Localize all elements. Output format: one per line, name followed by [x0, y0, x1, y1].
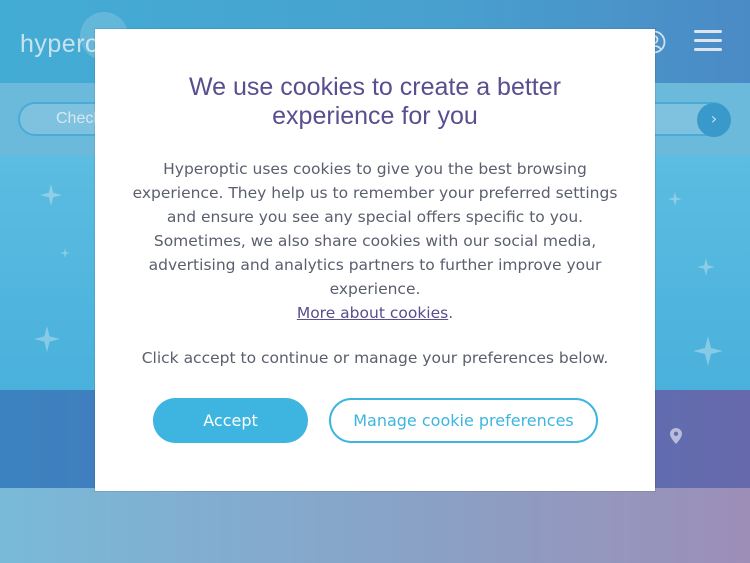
cookie-dialog-text: Hyperoptic uses cookies to give you the … — [132, 160, 618, 298]
accept-cookies-button[interactable]: Accept — [153, 398, 308, 443]
manage-cookie-preferences-button[interactable]: Manage cookie preferences — [329, 398, 598, 443]
cookie-consent-dialog: We use cookies to create a better experi… — [95, 29, 655, 491]
cookie-dialog-body: Hyperoptic uses cookies to give you the … — [125, 157, 625, 325]
more-about-cookies-link[interactable]: More about cookies — [297, 304, 448, 322]
cookie-dialog-title: We use cookies to create a better experi… — [189, 73, 561, 130]
link-period: . — [448, 304, 454, 322]
cookie-dialog-instruction: Click accept to continue or manage your … — [141, 349, 609, 367]
